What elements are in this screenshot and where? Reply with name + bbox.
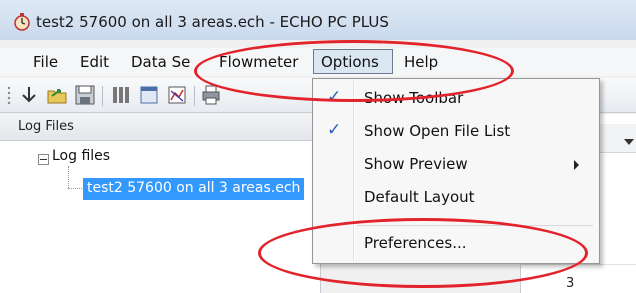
menu-data-set[interactable]: Data Se bbox=[131, 53, 190, 71]
app-window: test2 57600 on all 3 areas.ech - ECHO PC… bbox=[0, 0, 636, 293]
toolbar-grip-icon bbox=[7, 86, 11, 105]
save-icon[interactable] bbox=[74, 84, 96, 106]
panel-header: Log Files bbox=[0, 114, 320, 141]
tree-item-log-file[interactable]: test2 57600 on all 3 areas.ech bbox=[83, 178, 305, 200]
menu-item-label: Default Layout bbox=[364, 188, 475, 206]
tree-root-log-files[interactable]: Log files bbox=[52, 148, 110, 164]
toolbar-separator bbox=[102, 86, 103, 106]
tree-connector bbox=[68, 188, 82, 189]
menu-item-show-open-file-list[interactable]: ✓ Show Open File List bbox=[315, 116, 597, 146]
menu-item-label: Show Open File List bbox=[364, 122, 511, 140]
menu-item-label: Show Preview bbox=[364, 155, 468, 173]
table-cell: 3 bbox=[566, 276, 575, 291]
chevron-down-icon[interactable] bbox=[624, 139, 634, 145]
panel-title: Log Files bbox=[18, 119, 74, 134]
open-folder-icon[interactable] bbox=[46, 84, 68, 106]
menu-edit[interactable]: Edit bbox=[80, 53, 109, 71]
window-title: test2 57600 on all 3 areas.ech - ECHO PC… bbox=[36, 13, 389, 31]
annotation-ellipse-options bbox=[194, 40, 514, 102]
annotation-ellipse-preferences bbox=[258, 218, 588, 288]
submenu-arrow-icon bbox=[574, 160, 579, 170]
tree-collapse-icon[interactable] bbox=[38, 154, 49, 165]
window-icon[interactable] bbox=[138, 84, 160, 106]
tree-connector bbox=[68, 166, 69, 188]
chart-icon[interactable] bbox=[166, 84, 188, 106]
menu-item-default-layout[interactable]: Default Layout bbox=[315, 182, 597, 212]
arrow-down-icon[interactable] bbox=[18, 84, 40, 106]
title-bar: test2 57600 on all 3 areas.ech - ECHO PC… bbox=[0, 0, 636, 40]
check-icon: ✓ bbox=[327, 120, 342, 140]
columns-icon[interactable] bbox=[110, 84, 132, 106]
menu-file[interactable]: File bbox=[33, 53, 58, 71]
toolbar-separator bbox=[194, 86, 195, 106]
menu-item-show-preview[interactable]: Show Preview bbox=[315, 149, 597, 179]
stopwatch-icon bbox=[14, 13, 30, 31]
